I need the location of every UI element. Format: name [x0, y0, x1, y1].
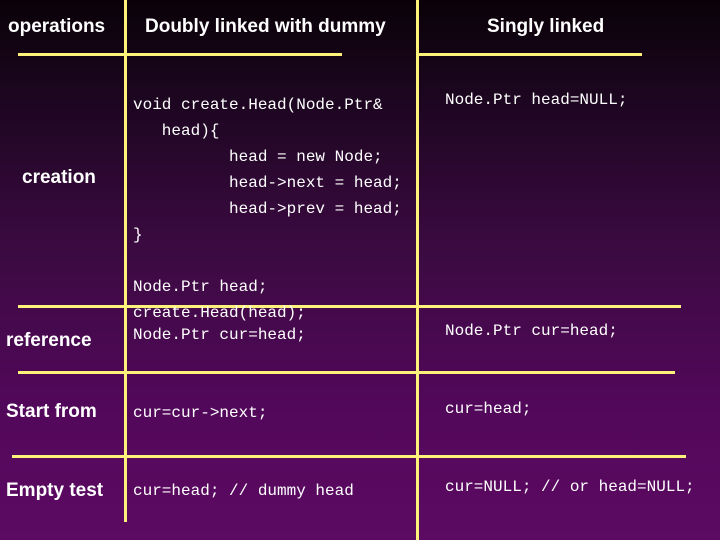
empty-test-doubly-code: cur=head; // dummy head: [133, 482, 354, 500]
code-line: }: [133, 226, 143, 244]
code-line: head){: [133, 122, 220, 140]
reference-singly-code: Node.Ptr cur=head;: [445, 322, 618, 340]
row-divider-start: [12, 455, 686, 458]
header-doubly-linked: Doubly linked with dummy: [145, 16, 386, 37]
creation-singly-code: Node.Ptr head=NULL;: [445, 91, 628, 109]
start-from-singly-code: cur=head;: [445, 400, 532, 418]
code-line: head = new Node;: [133, 148, 383, 166]
code-line: head->prev = head;: [133, 200, 402, 218]
row-label-empty-test: Empty test: [6, 480, 104, 501]
header-singly-linked: Singly linked: [487, 16, 605, 37]
row-divider-header-right: [416, 53, 642, 56]
code-line: Node.Ptr head;: [133, 278, 268, 296]
row-label-creation: creation: [22, 167, 96, 188]
code-line: head->next = head;: [133, 174, 402, 192]
start-from-doubly-code: cur=cur->next;: [133, 404, 268, 422]
row-label-start-from: Start from: [6, 401, 97, 422]
header-operations: operations: [8, 16, 106, 37]
empty-test-singly-code: cur=NULL; // or head=NULL;: [445, 478, 695, 496]
row-label-reference: reference: [6, 330, 92, 351]
column-divider-2: [416, 0, 419, 540]
row-divider-reference: [18, 371, 675, 374]
reference-doubly-code: Node.Ptr cur=head;: [133, 326, 306, 344]
creation-doubly-code: void create.Head(Node.Ptr& head){ head =…: [133, 66, 402, 352]
column-divider-1: [124, 0, 127, 522]
row-divider-header: [18, 53, 342, 56]
code-line: void create.Head(Node.Ptr&: [133, 96, 383, 114]
